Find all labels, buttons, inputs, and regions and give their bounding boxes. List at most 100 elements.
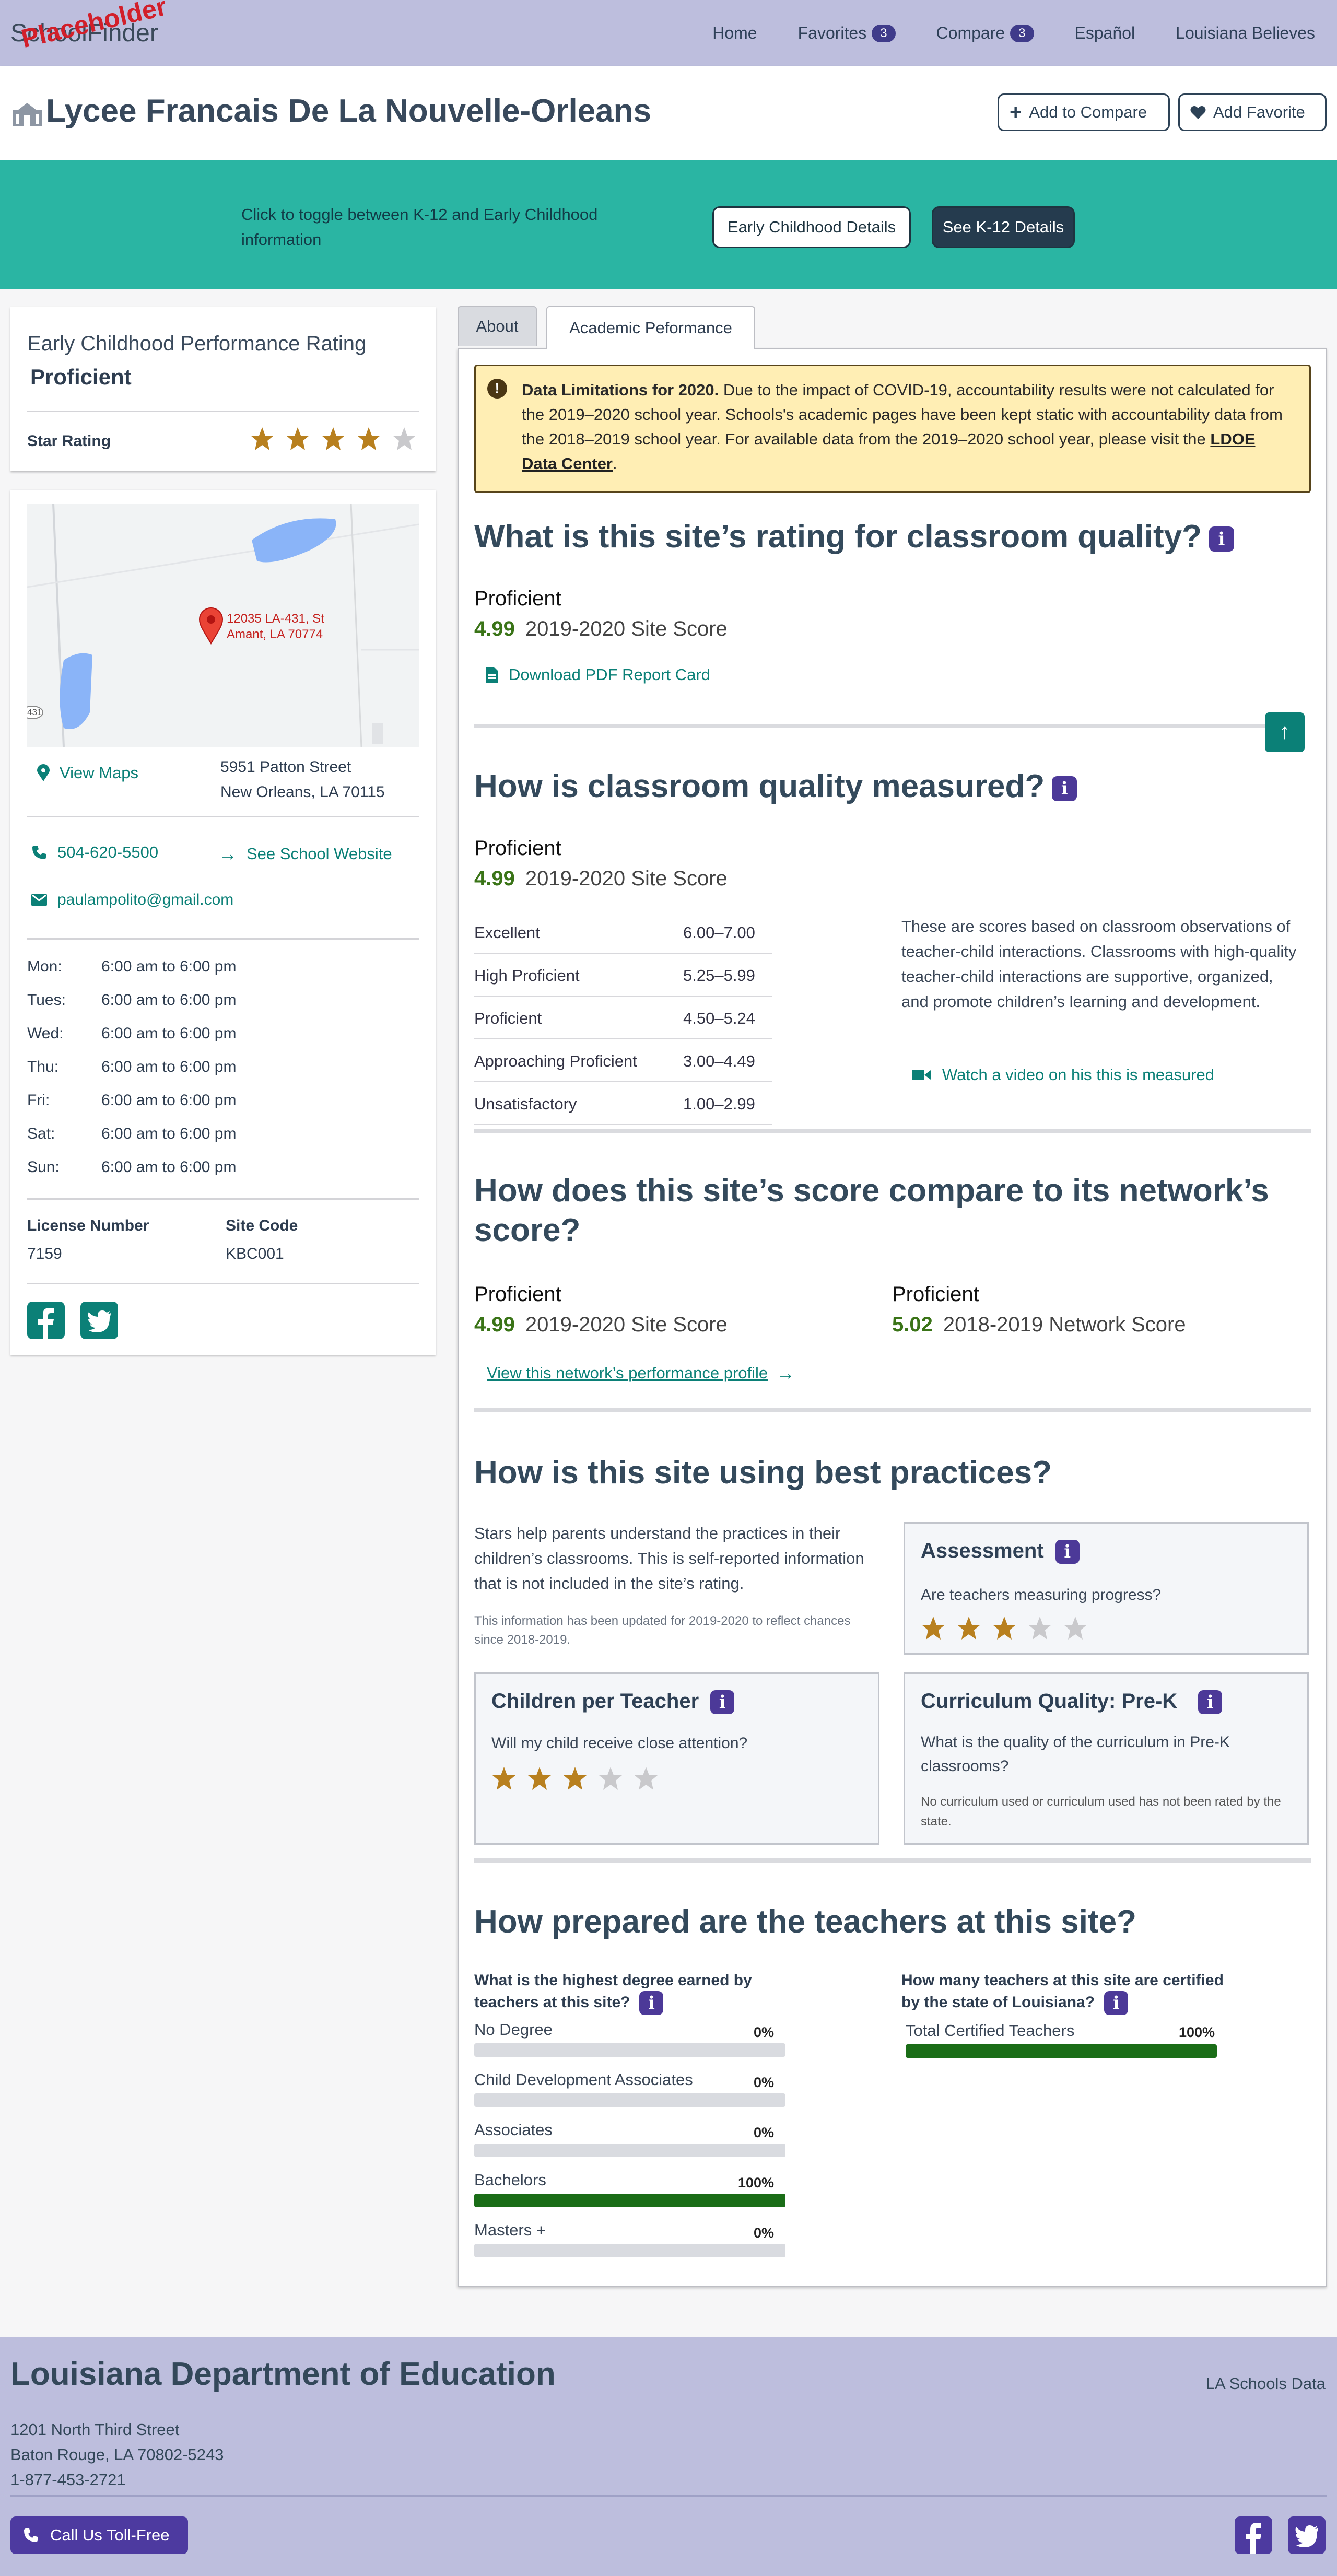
star-filled-icon — [921, 1615, 956, 1643]
license-number-value: 7159 — [27, 1245, 62, 1262]
compare-site-rating: Proficient — [474, 1283, 561, 1306]
nav-home[interactable]: Home — [712, 24, 757, 43]
rating-scale-row: Excellent 6.00–7.00 — [474, 911, 772, 954]
k12-details-button[interactable]: See K-12 Details — [932, 206, 1075, 248]
hours-day: Sat: — [27, 1125, 55, 1142]
children-per-teacher-card: Children per Teacher i Will my child rece… — [474, 1672, 879, 1845]
measured-score: 4.99 2019-2020 Site Score — [474, 867, 728, 891]
degree-pct: 0% — [753, 2075, 774, 2090]
rating-card-title: Early Childhood Performance Rating — [27, 332, 367, 355]
measurement-heading: How is classroom quality measured? i — [474, 767, 1077, 806]
tab-academic-performance[interactable]: Academic Peformance — [546, 306, 755, 349]
assessment-card: Assessment i Are teachers measuring progr… — [904, 1522, 1309, 1655]
school-name: Lycee Francais De La Nouvelle-Orleans — [46, 93, 651, 129]
divider — [27, 938, 419, 940]
phone-number: 504-620-5500 — [57, 843, 159, 861]
hours-row: Fri: 6:00 am to 6:00 pm — [27, 1092, 393, 1109]
envelope-icon — [31, 894, 47, 906]
facebook-icon[interactable] — [27, 1302, 65, 1339]
footer-title: Louisiana Department of Education — [10, 2356, 556, 2392]
watch-video-link[interactable]: Watch a video on his this is measured — [912, 1065, 1214, 1084]
site-code-value: KBC001 — [226, 1245, 284, 1262]
hours-time: 6:00 am to 6:00 pm — [101, 991, 237, 1009]
best-practices-intro: Stars help parents understand the practi… — [474, 1524, 864, 1593]
hours-time: 6:00 am to 6:00 pm — [101, 1125, 237, 1142]
rating-scale-label: Unsatisfactory — [474, 1095, 577, 1113]
rating-scale-label: High Proficient — [474, 966, 580, 985]
email-address: paulampolito@gmail.com — [57, 891, 234, 908]
info-icon[interactable]: i — [639, 1991, 664, 2015]
watch-video-label: Watch a video on his this is measured — [942, 1065, 1214, 1084]
twitter-icon[interactable] — [80, 1302, 118, 1339]
teacher-preparation-heading: How prepared are the teachers at this si… — [474, 1904, 1136, 1940]
network-score: 5.02 2018-2019 Network Score — [892, 1313, 1186, 1337]
nav-espanol[interactable]: Español — [1075, 24, 1135, 43]
route-shield: 431 — [27, 707, 42, 717]
info-icon[interactable]: i — [1104, 1991, 1129, 2015]
rating-scale-label: Approaching Proficient — [474, 1052, 637, 1070]
la-schools-data-link[interactable]: LA Schools Data — [1206, 2374, 1326, 2393]
add-to-compare-button[interactable]: + Add to Compare — [998, 93, 1170, 131]
toggle-instructions: Click to toggle between K-12 and Early C… — [241, 205, 598, 249]
hours-row: Tues: 6:00 am to 6:00 pm — [27, 991, 393, 1009]
hours-time: 6:00 am to 6:00 pm — [101, 1025, 237, 1042]
footer-address-line2: Baton Rouge, LA 70802-5243 — [10, 2445, 224, 2464]
degree-label: Masters + — [474, 2221, 546, 2239]
tab-about[interactable]: About — [458, 306, 537, 346]
info-icon[interactable]: i — [1209, 526, 1234, 552]
info-icon[interactable]: i — [1198, 1690, 1223, 1715]
logo[interactable]: SchoolFinder Placeholder — [10, 0, 169, 53]
info-icon[interactable]: i — [1055, 1540, 1080, 1564]
scroll-to-top-button[interactable]: ↑ — [1265, 712, 1305, 752]
map[interactable]: 431 12035 LA-431, St Amant, LA 70774 — [27, 504, 419, 747]
network-score-value: 5.02 — [892, 1313, 933, 1336]
hours-day: Thu: — [27, 1058, 59, 1075]
site-score-label: 2019-2020 Site Score — [525, 617, 728, 640]
facebook-icon[interactable] — [1235, 2516, 1272, 2554]
degree-pct: 0% — [753, 2225, 774, 2241]
hours-row: Thu: 6:00 am to 6:00 pm — [27, 1058, 393, 1076]
network-profile-link[interactable]: View this network’s performance profile … — [487, 1362, 795, 1384]
certification-question-text: How many teachers at this site are certi… — [901, 1972, 1224, 2011]
degree-label: Bachelors — [474, 2171, 546, 2189]
children-per-teacher-title-text: Children per Teacher — [491, 1690, 699, 1713]
section-divider — [474, 1408, 1311, 1412]
map-pin-icon[interactable] — [198, 607, 224, 645]
map-address-label: 12035 LA-431, St Amant, LA 70774 — [227, 612, 324, 641]
assessment-question: Are teachers measuring progress? — [921, 1586, 1162, 1603]
divider — [27, 411, 419, 412]
email-link[interactable]: paulampolito@gmail.com — [31, 891, 233, 909]
early-childhood-details-button[interactable]: Early Childhood Details — [712, 206, 911, 248]
arrow-right-icon: → — [776, 1362, 795, 1384]
phone-link[interactable]: 504-620-5500 — [31, 843, 158, 862]
section-divider — [474, 1858, 1311, 1863]
rating-scale-label: Excellent — [474, 923, 540, 942]
info-icon[interactable]: i — [1052, 776, 1077, 801]
curriculum-quality-question: What is the quality of the curriculum in… — [921, 1734, 1230, 1775]
degree-label: No Degree — [474, 2020, 553, 2039]
assessment-title: Assessment i — [921, 1539, 1080, 1564]
degree-pct: 0% — [753, 2024, 774, 2040]
star-rating — [250, 426, 427, 454]
info-icon[interactable]: i — [710, 1690, 735, 1715]
degree-bar — [474, 2043, 785, 2057]
school-website-link[interactable]: → See School Website — [218, 843, 392, 865]
nav-louisiana-believes[interactable]: Louisiana Believes — [1176, 24, 1315, 43]
school-website-label: See School Website — [247, 845, 392, 863]
nav-compare[interactable]: Compare 3 — [936, 24, 1034, 43]
call-toll-free-button[interactable]: Call Us Toll-Free — [10, 2516, 188, 2554]
assessment-title-text: Assessment — [921, 1539, 1044, 1562]
site-code-label: Site Code — [226, 1217, 298, 1234]
degree-bar — [474, 2194, 785, 2207]
compare-site-score-value: 4.99 — [474, 1313, 515, 1336]
footer-divider — [10, 2495, 1327, 2497]
alert-title: Data Limitations for 2020. — [522, 381, 719, 399]
hours-day: Sun: — [27, 1158, 60, 1176]
section-divider — [474, 1129, 1311, 1133]
view-maps-link[interactable]: View Maps — [37, 764, 138, 782]
twitter-icon[interactable] — [1288, 2516, 1326, 2554]
download-pdf-label: Download PDF Report Card — [509, 665, 710, 684]
add-favorite-button[interactable]: Add Favorite — [1178, 93, 1327, 131]
nav-favorites[interactable]: Favorites 3 — [798, 24, 896, 43]
download-pdf-link[interactable]: Download PDF Report Card — [486, 665, 710, 684]
